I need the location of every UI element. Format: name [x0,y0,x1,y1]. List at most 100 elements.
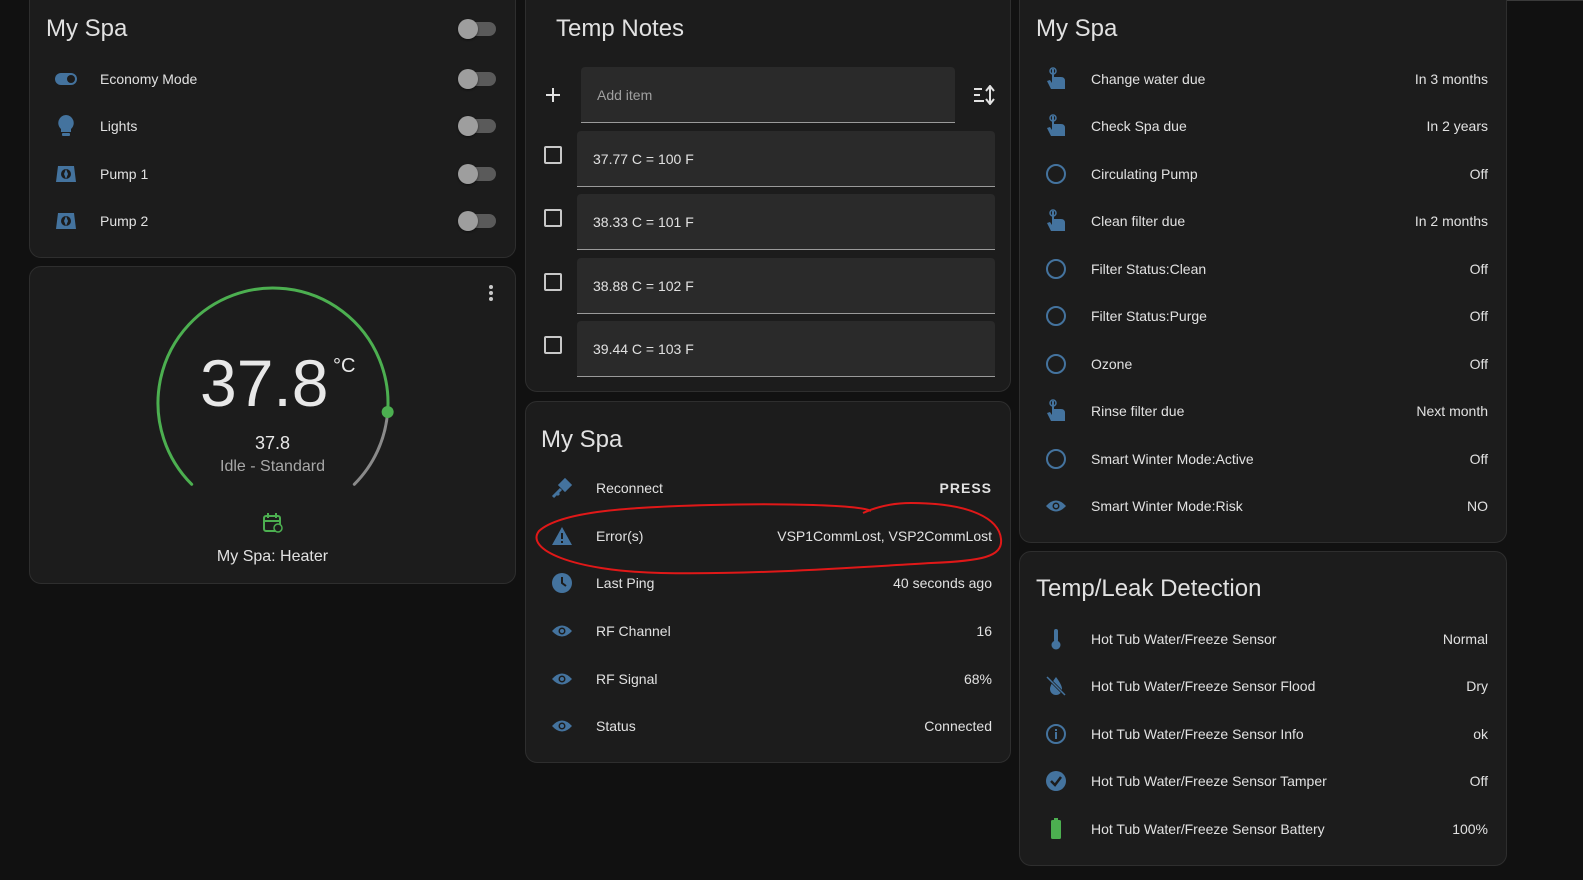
row-lights: Lights [30,106,515,146]
clean-filter-due-label: Clean filter due [1091,213,1186,229]
rf-signal-label: RF Signal [596,671,658,687]
rinse-filter-due-value: Next month [1416,403,1488,419]
ozone-value: Off [1469,356,1488,372]
pump-icon [54,162,78,186]
more-options-icon[interactable] [487,283,495,303]
card-title: Temp Notes [556,15,685,42]
card-title: My Spa [541,426,623,453]
note-item[interactable]: 39.44 C = 103 F [577,321,995,377]
leak-detection-card: Temp/Leak Detection Hot Tub Water/Freeze… [1019,551,1507,866]
eye-icon [550,714,574,738]
sensor-flood-label: Hot Tub Water/Freeze Sensor Flood [1091,678,1316,694]
hand-icon [1044,209,1068,233]
note-checkbox[interactable] [544,146,562,164]
sort-icon[interactable] [973,85,995,105]
clean-filter-due-value: In 2 months [1414,213,1488,229]
row-sensor-info: Hot Tub Water/Freeze Sensor Info ok [1020,714,1506,754]
circle-icon [1044,257,1068,281]
row-status: Status Connected [526,706,1010,746]
spa-status-card: My Spa Reconnect PRESS Error(s) VSP1Comm… [525,401,1011,763]
eye-icon [550,667,574,691]
eye-icon [1044,494,1068,518]
row-smart-winter-active: Smart Winter Mode:Active Off [1020,439,1506,479]
add-item-input[interactable]: Add item [581,67,955,123]
change-water-due-value: In 3 months [1414,71,1488,87]
smart-winter-active-value: Off [1469,451,1488,467]
row-sensor: Hot Tub Water/Freeze Sensor Normal [1020,619,1506,659]
press-button[interactable]: PRESS [940,480,992,496]
filter-status-purge-value: Off [1469,308,1488,324]
red-annotation-ellipse [535,501,1003,575]
pump-2-toggle[interactable] [458,211,496,231]
sensor-info-value: ok [1473,726,1488,742]
card-title: My Spa [1036,15,1118,42]
top-border-line [1506,0,1583,1]
row-rf-signal: RF Signal 68% [526,659,1010,699]
status-value: Connected [924,718,992,734]
row-economy-mode: Economy Mode [30,59,515,99]
last-ping-value: 40 seconds ago [893,575,992,591]
last-ping-label: Last Ping [596,575,655,591]
sensor-battery-label: Hot Tub Water/Freeze Sensor Battery [1091,821,1325,837]
economy-mode-toggle[interactable] [458,69,496,89]
eye-icon [550,619,574,643]
sensor-value: Normal [1442,631,1488,647]
sensor-flood-value: Dry [1466,678,1488,694]
note-item[interactable]: 38.33 C = 101 F [577,194,995,250]
pump-1-label: Pump 1 [100,166,149,182]
info-icon [1044,722,1068,746]
note-item[interactable]: 38.88 C = 102 F [577,258,995,314]
row-sensor-flood: Hot Tub Water/Freeze Sensor Flood Dry [1020,666,1506,706]
ozone-label: Ozone [1091,356,1133,372]
smart-winter-risk-value: NO [1467,498,1488,514]
circle-icon [1044,352,1068,376]
check-spa-due-label: Check Spa due [1091,118,1187,134]
temp-notes-card: Temp Notes Add item 37.77 C = 100 F 38.3… [525,0,1011,392]
lightbulb-icon [54,114,78,138]
note-checkbox[interactable] [544,209,562,227]
hand-icon [1044,399,1068,423]
row-rf-channel: RF Channel 16 [526,611,1010,651]
check-circle-icon [1044,769,1068,793]
row-ozone: Ozone Off [1020,344,1506,384]
master-toggle[interactable] [458,19,496,39]
card-title: My Spa [46,15,128,42]
rf-channel-label: RF Channel [596,623,671,639]
thermostat-name: My Spa: Heater [216,548,329,565]
rf-signal-value: 68% [963,671,992,687]
gauge-knob[interactable] [381,406,394,419]
sensor-battery-value: 100% [1452,821,1488,837]
row-filter-status-clean: Filter Status:Clean Off [1020,249,1506,289]
battery-icon [1044,817,1068,841]
target-temperature: 37.8 [200,346,329,420]
pump-2-label: Pump 2 [100,213,149,229]
note-checkbox[interactable] [544,336,562,354]
hand-icon [1044,67,1068,91]
row-sensor-battery: Hot Tub Water/Freeze Sensor Battery 100% [1020,809,1506,849]
water-off-icon [1044,674,1068,698]
smart-winter-risk-label: Smart Winter Mode:Risk [1091,498,1243,514]
row-check-spa-due: Check Spa due In 2 years [1020,106,1506,146]
circle-icon [1044,304,1068,328]
row-pump-1: Pump 1 [30,154,515,194]
row-sensor-tamper: Hot Tub Water/Freeze Sensor Tamper Off [1020,761,1506,801]
change-water-due-label: Change water due [1091,71,1206,87]
toggle-icon [54,67,78,91]
row-pump-2: Pump 2 [30,201,515,241]
row-smart-winter-risk: Smart Winter Mode:Risk NO [1020,486,1506,526]
circulating-pump-label: Circulating Pump [1091,166,1198,182]
note-item[interactable]: 37.77 C = 100 F [577,131,995,187]
add-icon[interactable] [545,87,561,103]
sensor-label: Hot Tub Water/Freeze Sensor [1091,631,1277,647]
row-circulating-pump: Circulating Pump Off [1020,154,1506,194]
thermometer-icon [1044,627,1068,651]
lights-label: Lights [100,118,138,134]
reconnect-label: Reconnect [596,480,663,496]
spa-switches-card: My Spa Economy Mode Lights Pump 1 Pump 2 [29,0,516,258]
note-checkbox[interactable] [544,273,562,291]
smart-winter-active-label: Smart Winter Mode:Active [1091,451,1254,467]
lights-toggle[interactable] [458,116,496,136]
calendar-clock-icon[interactable] [262,512,284,534]
temperature-unit: °C [333,355,356,377]
pump-1-toggle[interactable] [458,164,496,184]
